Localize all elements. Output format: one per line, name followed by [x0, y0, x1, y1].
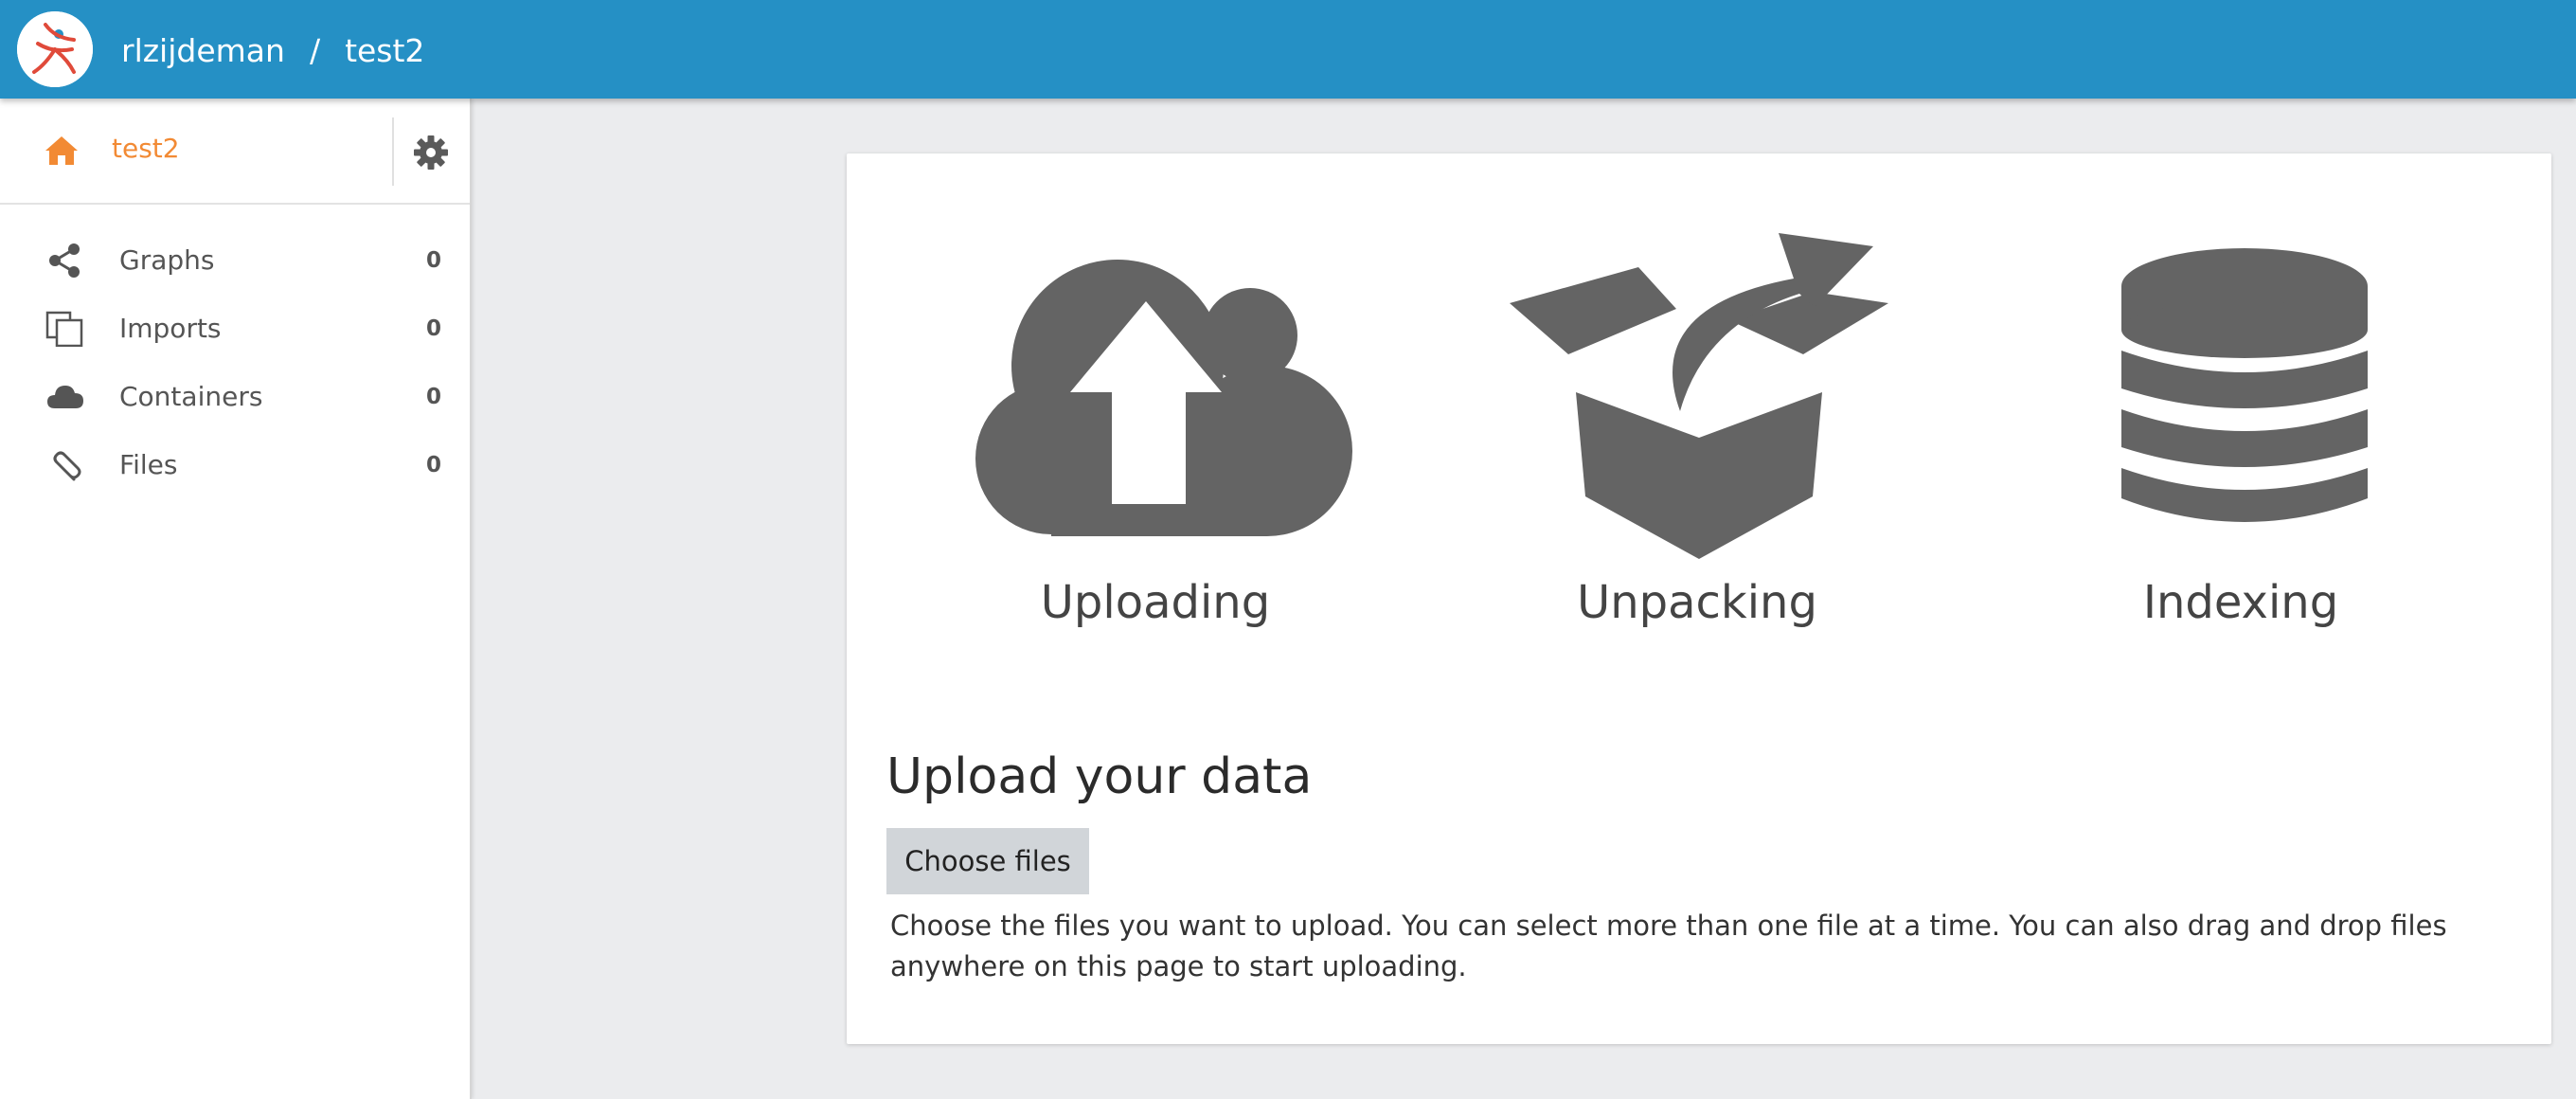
cloud-icon: [47, 386, 83, 408]
sidebar: test2 Graphs 0 Imports 0 Containers 0 Fi…: [0, 99, 472, 1099]
breadcrumb-dataset[interactable]: test2: [345, 32, 424, 69]
sidebar-item-label: Imports: [119, 313, 222, 344]
cloud-upload-icon: [975, 260, 1352, 536]
breadcrumb-user[interactable]: rlzijdeman: [121, 32, 285, 69]
sidebar-item-files[interactable]: Files 0: [0, 434, 470, 495]
sidebar-item-count: 0: [425, 248, 441, 273]
sidebar-item-count: 0: [425, 453, 441, 477]
home-icon[interactable]: [44, 135, 80, 167]
sidebar-item-label: Files: [119, 449, 178, 480]
gear-icon[interactable]: [413, 135, 449, 171]
copy-icon: [45, 311, 83, 347]
share-icon: [49, 243, 80, 278]
sidebar-header: test2: [0, 99, 470, 205]
sidebar-item-count: 0: [425, 316, 441, 341]
choose-files-button[interactable]: Choose files: [886, 828, 1089, 894]
sidebar-item-label: Graphs: [119, 244, 215, 276]
database-icon: [2121, 248, 2368, 522]
app-logo[interactable]: [17, 11, 93, 87]
stage-label-uploading: Uploading: [1040, 576, 1271, 629]
sidebar-item-label: Containers: [119, 381, 263, 412]
sidebar-dataset-name[interactable]: test2: [112, 133, 180, 164]
logo-icon: [17, 11, 93, 87]
paperclip-icon: [53, 451, 81, 481]
top-bar: rlzijdeman / test2: [0, 0, 2576, 99]
sidebar-item-imports[interactable]: Imports 0: [0, 297, 470, 358]
sidebar-header-divider: [392, 117, 394, 186]
upload-title: Upload your data: [886, 748, 1313, 805]
stage-label-unpacking: Unpacking: [1577, 576, 1817, 629]
upload-card: Uploading Unpacking Indexing Upload your…: [847, 153, 2551, 1044]
open-box-icon: [1510, 233, 1888, 559]
sidebar-item-containers[interactable]: Containers 0: [0, 366, 470, 426]
stage-label-indexing: Indexing: [2142, 576, 2339, 629]
breadcrumb-separator: /: [309, 31, 321, 69]
upload-help-text: Choose the files you want to upload. You…: [890, 910, 2447, 982]
breadcrumb: rlzijdeman / test2: [121, 27, 424, 74]
sidebar-item-graphs[interactable]: Graphs 0: [0, 229, 470, 290]
sidebar-item-count: 0: [425, 385, 441, 409]
